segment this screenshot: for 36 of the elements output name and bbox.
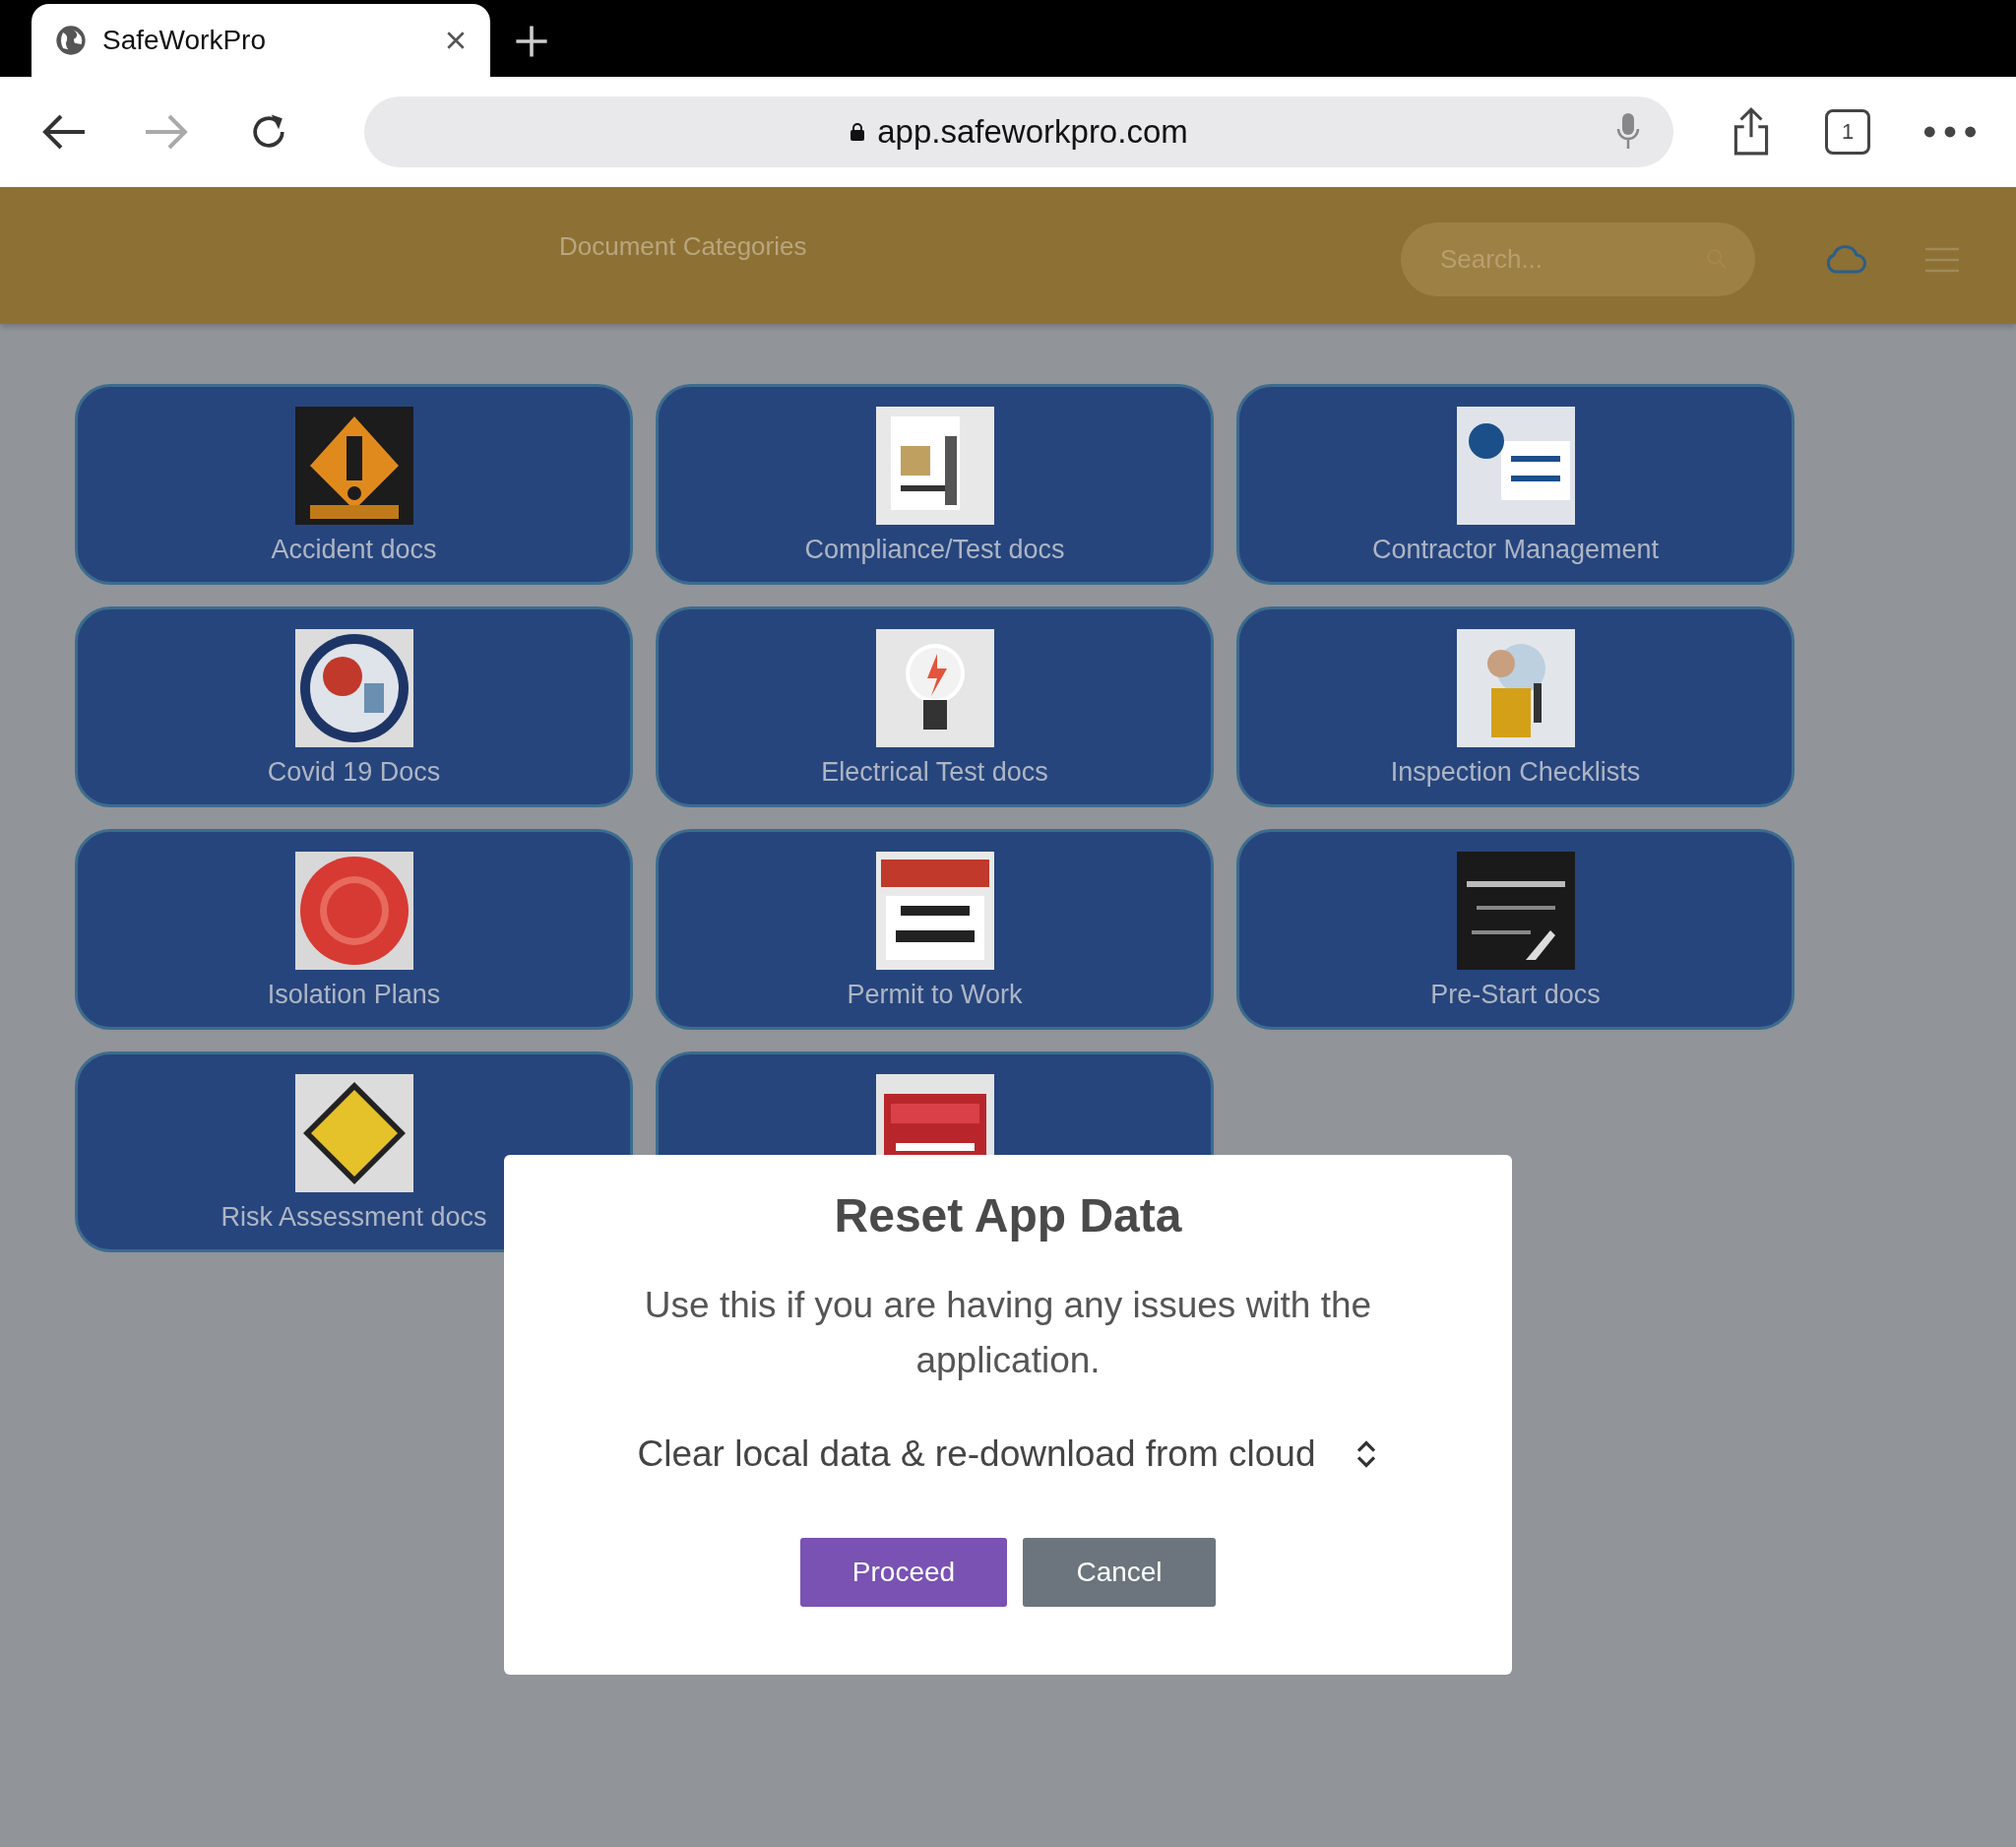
new-tab-icon[interactable] xyxy=(514,24,549,59)
dialog-message: Use this if you are having any issues with the application. xyxy=(643,1284,1373,1382)
category-label: Risk Assessment docs xyxy=(220,1202,487,1233)
tab-count-button[interactable]: 1 xyxy=(1825,109,1871,155)
tab-title: SafeWorkPro xyxy=(102,25,267,56)
category-label: Compliance/Test docs xyxy=(804,535,1065,565)
category-label: Contractor Management xyxy=(1371,535,1660,565)
proceed-button[interactable]: Proceed xyxy=(800,1538,1007,1607)
category-tile[interactable]: Accident docs xyxy=(75,384,633,585)
category-label: Electrical Test docs xyxy=(821,757,1048,788)
lock-icon xyxy=(850,122,866,142)
category-tile[interactable]: Permit to Work xyxy=(656,829,1214,1030)
category-tile[interactable]: Contractor Management xyxy=(1236,384,1795,585)
address-bar[interactable]: app.safeworkpro.com xyxy=(363,96,1674,167)
globe-icon xyxy=(55,25,87,56)
category-label: Accident docs xyxy=(271,535,437,565)
category-label: Isolation Plans xyxy=(267,980,441,1010)
category-tile[interactable]: Inspection Checklists xyxy=(1236,606,1795,807)
microphone-icon[interactable] xyxy=(1616,110,1641,152)
category-label: Covid 19 Docs xyxy=(267,757,441,788)
category-label: Inspection Checklists xyxy=(1390,757,1641,788)
browser-tab[interactable]: SafeWorkPro xyxy=(32,4,490,77)
reset-option-select[interactable]: Clear local data & re-download from cloud xyxy=(637,1433,1379,1475)
category-tile[interactable]: Isolation Plans xyxy=(75,829,633,1030)
url-text: app.safeworkpro.com xyxy=(877,113,1188,151)
close-icon[interactable] xyxy=(445,30,467,51)
page-title: Document Categories xyxy=(559,231,808,262)
category-label: Pre-Start docs xyxy=(1430,980,1601,1010)
more-icon[interactable] xyxy=(1923,125,1977,139)
category-tile[interactable]: Covid 19 Docs xyxy=(75,606,633,807)
category-label: Permit to Work xyxy=(847,980,1023,1010)
cancel-button[interactable]: Cancel xyxy=(1023,1538,1216,1607)
category-tile[interactable]: Compliance/Test docs xyxy=(656,384,1214,585)
dialog-title: Reset App Data xyxy=(834,1188,1182,1242)
category-tile[interactable]: Electrical Test docs xyxy=(656,606,1214,807)
category-tile[interactable]: Pre-Start docs xyxy=(1236,829,1795,1030)
